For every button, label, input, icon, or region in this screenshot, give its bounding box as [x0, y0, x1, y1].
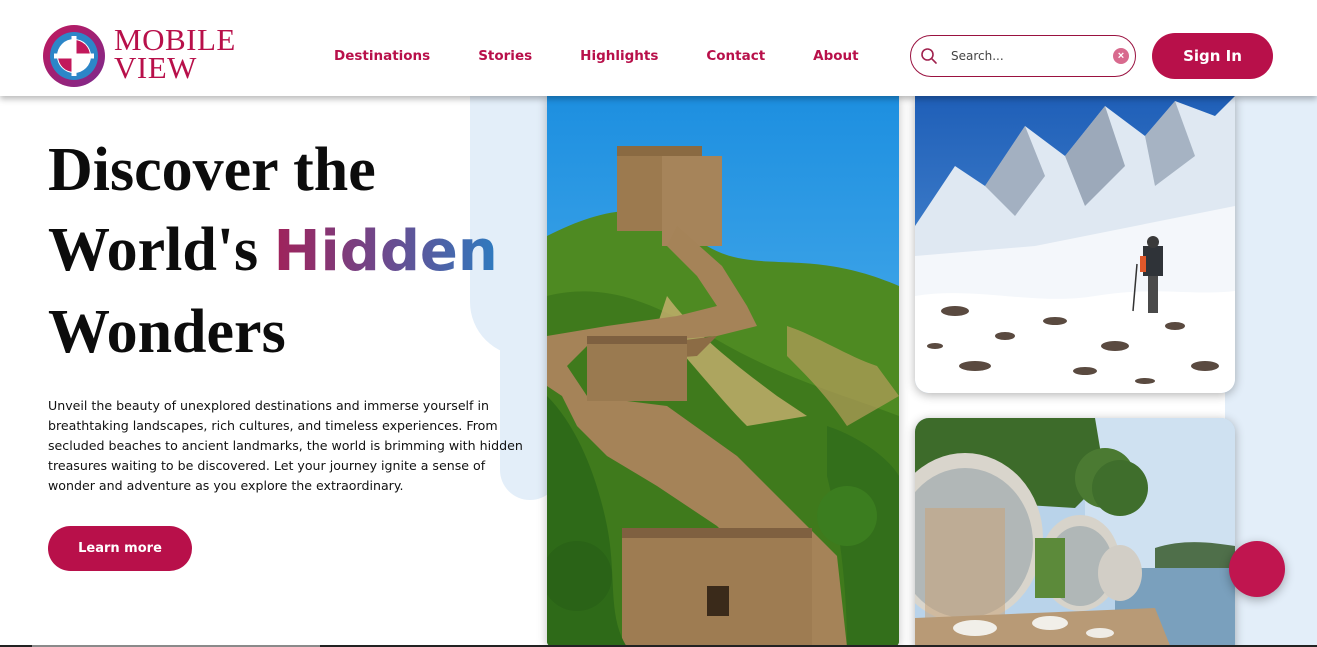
nav-destinations[interactable]: Destinations [334, 48, 430, 64]
brand-logo[interactable]: MOBILE VIEW [40, 22, 240, 90]
lakeside-glass-pods-image [915, 418, 1235, 647]
nav-highlights[interactable]: Highlights [580, 48, 658, 64]
sign-in-button[interactable]: Sign In [1152, 33, 1273, 79]
search-input[interactable] [951, 46, 1101, 66]
close-icon[interactable]: × [1113, 48, 1129, 64]
search-icon [921, 48, 937, 64]
top-header: MOBILE VIEW Destinations Stories Highlig… [0, 0, 1317, 96]
hero-title-line3: Wonders [48, 298, 286, 366]
snowy-mountain-hiker-image [915, 96, 1235, 393]
great-wall-image [547, 96, 899, 647]
brand-wordmark: MOBILE VIEW [114, 24, 236, 85]
hero-title-line1: Discover the [48, 136, 376, 204]
floating-action-button[interactable] [1229, 541, 1285, 597]
nav-about[interactable]: About [813, 48, 858, 64]
hero-title: Discover the World's Hidden Wonders [48, 130, 528, 372]
search-box: × [910, 35, 1136, 77]
hero-title-line2: World's Hidden [48, 210, 528, 292]
brand-line2: VIEW [114, 50, 197, 85]
hero-description: Unveil the beauty of unexplored destinat… [48, 398, 523, 493]
learn-more-button[interactable]: Learn more [48, 526, 192, 571]
hero-title-prefix: World's [48, 216, 274, 284]
nav-contact[interactable]: Contact [706, 48, 765, 64]
nav-stories[interactable]: Stories [478, 48, 532, 64]
compass-globe-icon [43, 25, 105, 87]
hero-title-highlight: Hidden [273, 219, 498, 284]
main-nav: Destinations Stories Highlights Contact … [334, 48, 907, 64]
